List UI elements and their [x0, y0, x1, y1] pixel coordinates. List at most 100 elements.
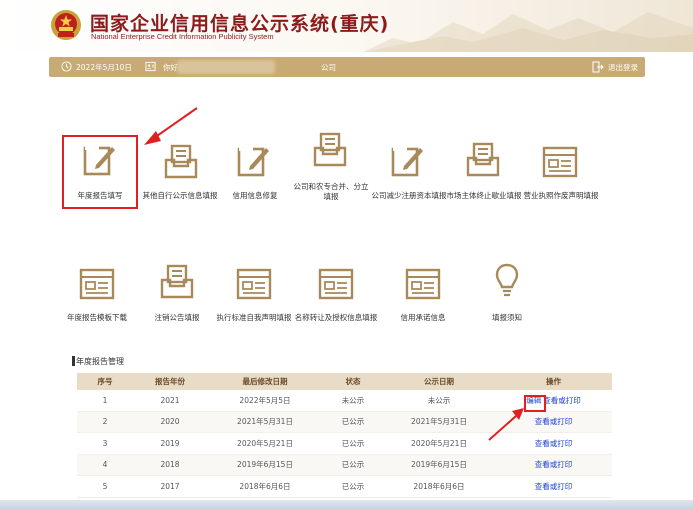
tile-other-disclosure[interactable]: 其他自行公示信息填报 — [140, 140, 220, 210]
cell-modified: 2020年5月21日 — [207, 432, 323, 455]
national-emblem-icon — [51, 10, 81, 40]
annual-report-table: 序号 报告年份 最后修改日期 状态 公示日期 操作 1 2021 2022年5月… — [77, 373, 612, 498]
cell-status: 未公示 — [323, 390, 383, 412]
tile-label: 营业执照作废声明填报 — [523, 191, 599, 200]
section-title-bar — [72, 356, 75, 366]
cell-modified: 2019年6月15日 — [207, 454, 323, 476]
tile-label: 其他自行公示信息填报 — [142, 191, 218, 200]
tile-label-line2: 填报 — [323, 192, 339, 201]
inbox-document-icon — [466, 142, 500, 177]
tile-label: 公司减少注册资本填报 — [371, 191, 447, 200]
edit-link[interactable]: 编辑 — [526, 396, 541, 405]
table-row: 1 2021 2022年5月5日 未公示 未公示 编辑 查看或打印 — [77, 390, 612, 412]
form-window-icon — [405, 268, 441, 300]
cell-modified: 2022年5月5日 — [207, 390, 323, 412]
os-taskbar-strip — [0, 500, 693, 510]
user-info-bar: 2022年5月10日 你好! 公司 退出登录 — [49, 57, 645, 77]
form-window-icon — [542, 146, 578, 178]
cell-status: 已公示 — [323, 411, 383, 433]
tile-label: 信用信息修复 — [232, 191, 278, 200]
section-title-text: 年度报告管理 — [76, 357, 124, 366]
table-row: 5 2017 2018年6月6日 已公示 2018年6月6日 查看或打印 — [77, 475, 612, 498]
inbox-document-icon — [160, 264, 194, 299]
cell-status: 已公示 — [323, 454, 383, 476]
form-window-icon — [236, 268, 272, 300]
view-print-link[interactable]: 查看或打印 — [535, 482, 573, 491]
clock-icon — [61, 61, 72, 72]
lightbulb-icon — [495, 263, 519, 297]
cell-year: 2018 — [133, 454, 207, 476]
view-print-link[interactable]: 查看或打印 — [543, 396, 581, 405]
column-header: 报告年份 — [133, 373, 207, 390]
edit-icon — [391, 146, 423, 177]
cell-year: 2020 — [133, 411, 207, 433]
form-window-icon — [318, 268, 354, 300]
site-subtitle: National Enterprise Credit Information P… — [91, 32, 274, 41]
column-header: 最后修改日期 — [207, 373, 323, 390]
cell-ops: 查看或打印 — [495, 411, 612, 433]
mountain-background — [363, 12, 693, 52]
cell-status: 已公示 — [323, 432, 383, 455]
cell-no: 1 — [77, 390, 133, 412]
tile-report-template-download[interactable]: 年度报告模板下载 — [56, 262, 138, 332]
table-row: 2 2020 2021年5月31日 已公示 2021年5月31日 查看或打印 — [77, 411, 612, 433]
cell-modified: 2018年6月6日 — [207, 475, 323, 498]
tile-label: 年度报告填写 — [77, 191, 123, 200]
tile-label: 注销公告填报 — [154, 313, 200, 322]
cell-no: 5 — [77, 475, 133, 498]
cell-year: 2021 — [133, 390, 207, 412]
edit-icon — [83, 145, 115, 176]
table-header-row: 序号 报告年份 最后修改日期 状态 公示日期 操作 — [77, 373, 612, 390]
redacted-company-name — [177, 60, 275, 74]
view-print-link[interactable]: 查看或打印 — [535, 439, 573, 448]
cell-year: 2019 — [133, 432, 207, 455]
company-suffix: 公司 — [321, 63, 336, 72]
cell-modified: 2021年5月31日 — [207, 411, 323, 433]
form-window-icon — [79, 268, 115, 300]
cell-no: 3 — [77, 432, 133, 455]
cell-status: 已公示 — [323, 475, 383, 498]
column-header: 操作 — [495, 373, 612, 390]
column-header: 状态 — [323, 373, 383, 390]
section-title-annual-report: 年度报告管理 — [72, 356, 124, 367]
cell-ops: 查看或打印 — [495, 454, 612, 476]
cell-published: 2021年5月31日 — [383, 411, 495, 433]
tile-license-void[interactable]: 营业执照作废声明填报 — [522, 140, 600, 210]
tile-deregistration-notice[interactable]: 注销公告填报 — [140, 262, 214, 332]
logout-icon[interactable] — [592, 61, 604, 73]
cell-ops: 查看或打印 — [495, 475, 612, 498]
tile-capital-reduction[interactable]: 公司减少注册资本填报 — [372, 140, 447, 210]
tile-label: 年度报告模板下载 — [67, 313, 127, 322]
cell-no: 2 — [77, 411, 133, 433]
edit-icon — [237, 146, 269, 177]
tile-credit-repair[interactable]: 信用信息修复 — [222, 140, 288, 210]
tile-label: 名称转让及授权信息填报 — [294, 313, 378, 322]
cell-no: 4 — [77, 454, 133, 476]
tile-credit-commitment[interactable]: 信用承诺信息 — [386, 262, 460, 332]
cell-published: 2019年6月15日 — [383, 454, 495, 476]
tile-label: 填报须知 — [492, 313, 522, 322]
cell-published: 2018年6月6日 — [383, 475, 495, 498]
current-date: 2022年5月10日 — [76, 63, 132, 72]
tile-merger-split[interactable]: 公司和农专合并、分立 填报 — [290, 130, 372, 210]
site-header: 国家企业信用信息公示系统(重庆) National Enterprise Cre… — [0, 0, 693, 52]
table-row: 3 2019 2020年5月21日 已公示 2020年5月21日 查看或打印 — [77, 432, 612, 455]
cell-published: 未公示 — [383, 390, 495, 412]
cell-year: 2017 — [133, 475, 207, 498]
tile-label: 信用承诺信息 — [400, 313, 446, 322]
tile-annual-report-fill[interactable]: 年度报告填写 — [62, 135, 138, 209]
table-row: 4 2018 2019年6月15日 已公示 2019年6月15日 查看或打印 — [77, 454, 612, 476]
tile-filing-instructions[interactable]: 填报须知 — [470, 262, 544, 332]
cell-ops: 查看或打印 — [495, 432, 612, 455]
logout-link[interactable]: 退出登录 — [608, 62, 638, 73]
view-print-link[interactable]: 查看或打印 — [535, 417, 573, 426]
tile-label: 市场主体终止歇业填报 — [446, 191, 522, 200]
tile-standard-declaration[interactable]: 执行标准自我声明填报 — [214, 262, 294, 332]
inbox-document-icon — [313, 132, 347, 167]
view-print-link[interactable]: 查看或打印 — [535, 460, 573, 469]
cell-published: 2020年5月21日 — [383, 432, 495, 455]
tile-entity-suspension[interactable]: 市场主体终止歇业填报 — [447, 140, 522, 210]
tile-name-transfer[interactable]: 名称转让及授权信息填报 — [295, 262, 377, 332]
cell-ops: 编辑 查看或打印 — [495, 390, 612, 412]
column-header: 公示日期 — [383, 373, 495, 390]
